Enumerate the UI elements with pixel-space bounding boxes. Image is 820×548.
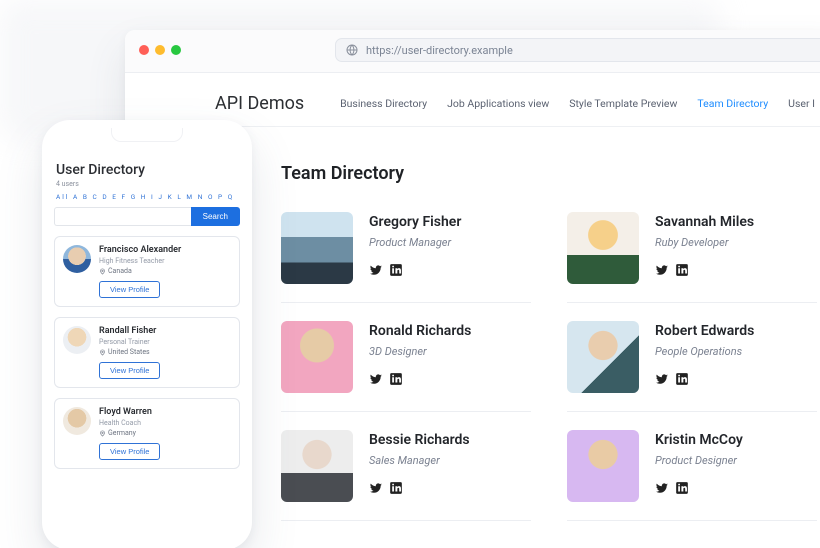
linkedin-icon[interactable] [389,372,403,386]
member-role: Product Designer [655,454,743,467]
nav-user[interactable]: User I [788,97,815,110]
linkedin-icon[interactable] [675,263,689,277]
pin-icon [99,268,106,275]
nav-style-template-preview[interactable]: Style Template Preview [569,97,677,110]
team-member-card: Kristin McCoy Product Designer [567,430,817,521]
window-minimize-dot[interactable] [155,45,165,55]
avatar [63,245,91,273]
user-card: Floyd Warren Health Coach Germany View P… [54,398,240,469]
avatar [567,321,639,393]
user-location: Germany [99,429,160,437]
user-location-text: United States [108,348,150,356]
user-location-text: Germany [108,429,136,437]
alphabet-filter[interactable]: All A B C D E F G H I J K L M N O P Q R … [56,193,238,201]
avatar [281,321,353,393]
browser-titlebar: https://user-directory.example [125,30,820,73]
user-name: Randall Fisher [99,326,160,336]
team-member-card: Savannah Miles Ruby Developer [567,212,817,303]
view-profile-button[interactable]: View Profile [99,443,160,460]
search-row: Search [54,207,240,226]
twitter-icon[interactable] [655,481,669,495]
member-role: Sales Manager [369,454,470,467]
phone-title: User Directory [56,162,238,178]
team-member-card: Ronald Richards 3D Designer [281,321,531,412]
avatar [567,430,639,502]
member-role: 3D Designer [369,345,471,358]
user-location: United States [99,348,160,356]
view-profile-button[interactable]: View Profile [99,281,160,298]
view-profile-button[interactable]: View Profile [99,362,160,379]
linkedin-icon[interactable] [675,372,689,386]
search-input[interactable] [54,207,191,226]
user-location: Canada [99,267,181,275]
avatar [281,212,353,284]
app-header: API Demos Business Directory Job Applica… [125,73,820,127]
member-role: People Operations [655,345,754,358]
user-role: Personal Trainer [99,338,160,346]
twitter-icon[interactable] [369,481,383,495]
top-nav: Business Directory Job Applications view… [340,97,815,110]
linkedin-icon[interactable] [389,481,403,495]
team-member-card: Robert Edwards People Operations [567,321,817,412]
linkedin-icon[interactable] [389,263,403,277]
user-card: Randall Fisher Personal Trainer United S… [54,317,240,388]
twitter-icon[interactable] [655,263,669,277]
page-title: Team Directory [281,163,815,184]
window-zoom-dot[interactable] [171,45,181,55]
avatar [281,430,353,502]
member-name: Gregory Fisher [369,214,461,230]
phone-subtitle: 4 users [56,180,238,188]
team-member-card: Bessie Richards Sales Manager [281,430,531,521]
user-location-text: Canada [108,267,132,275]
avatar [63,326,91,354]
member-role: Ruby Developer [655,236,754,249]
phone-notch [111,128,183,142]
avatar [63,407,91,435]
user-name: Floyd Warren [99,407,160,417]
phone-mock: User Directory 4 users All A B C D E F G… [42,120,252,548]
window-close-dot[interactable] [139,45,149,55]
nav-business-directory[interactable]: Business Directory [340,97,427,110]
user-role: Health Coach [99,419,160,427]
twitter-icon[interactable] [369,372,383,386]
nav-job-applications[interactable]: Job Applications view [447,97,549,110]
member-role: Product Manager [369,236,461,249]
pin-icon [99,430,106,437]
member-name: Savannah Miles [655,214,754,230]
member-name: Kristin McCoy [655,432,743,448]
member-name: Ronald Richards [369,323,471,339]
brand-title: API Demos [215,93,304,114]
user-name: Francisco Alexander [99,245,181,255]
twitter-icon[interactable] [655,372,669,386]
url-text: https://user-directory.example [366,44,513,57]
search-button[interactable]: Search [191,207,240,226]
user-card: Francisco Alexander High Fitness Teacher… [54,236,240,307]
linkedin-icon[interactable] [675,481,689,495]
team-member-card: Gregory Fisher Product Manager [281,212,531,303]
member-name: Bessie Richards [369,432,470,448]
team-grid: Gregory Fisher Product Manager Savannah … [281,212,815,539]
user-role: High Fitness Teacher [99,257,181,265]
window-controls [139,45,181,55]
url-bar[interactable]: https://user-directory.example [335,38,820,62]
avatar [567,212,639,284]
twitter-icon[interactable] [369,263,383,277]
member-name: Robert Edwards [655,323,754,339]
pin-icon [99,349,106,356]
nav-team-directory[interactable]: Team Directory [697,97,768,110]
globe-icon [346,44,358,56]
